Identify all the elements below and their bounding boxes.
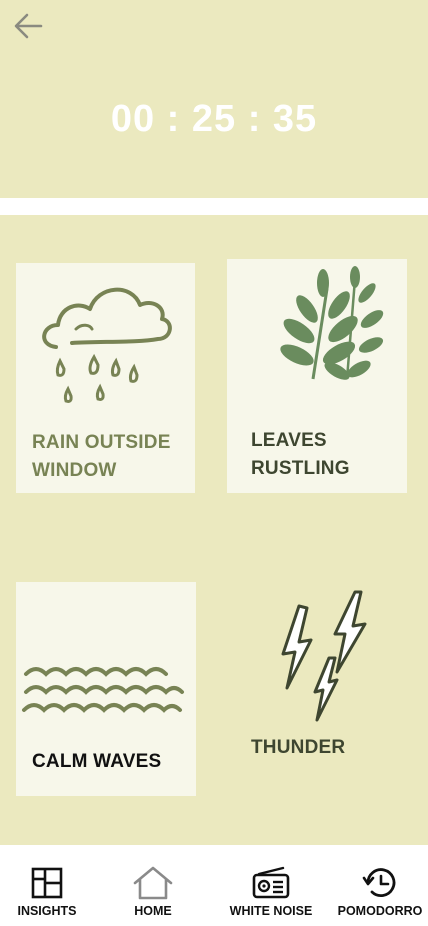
arrow-left-icon: [14, 13, 43, 39]
history-clock-icon: [362, 868, 396, 897]
home-icon: [133, 866, 173, 900]
sound-card-thunder[interactable]: THUNDER: [227, 582, 407, 796]
insights-icon: [31, 867, 63, 899]
waves-icon: [22, 667, 184, 713]
rain-cloud-icon: [42, 287, 172, 403]
sound-label-line2: RUSTLING: [251, 458, 350, 479]
nav-insights[interactable]: INSIGHTS: [8, 845, 86, 926]
timer-header: 00 : 25 : 35: [0, 0, 428, 198]
sound-label-line2: WINDOW: [32, 460, 117, 481]
sound-card-rain[interactable]: RAIN OUTSIDE WINDOW: [16, 263, 195, 493]
radio-icon: [252, 866, 290, 899]
divider: [0, 198, 428, 215]
leaves-icon: [280, 266, 384, 380]
sound-label-line1: CALM WAVES: [32, 751, 162, 772]
nav-label: POMODORRO: [337, 904, 423, 918]
sound-card-waves[interactable]: CALM WAVES: [16, 582, 196, 796]
sound-label-line1: LEAVES: [251, 430, 327, 451]
nav-label: INSIGHTS: [17, 904, 77, 918]
nav-white-noise[interactable]: WHITE NOISE: [220, 845, 322, 926]
nav-label: HOME: [134, 904, 172, 918]
sound-label-line1: THUNDER: [251, 737, 346, 758]
sound-label-line1: RAIN OUTSIDE: [32, 432, 171, 453]
timer-display: 00 : 25 : 35: [110, 98, 318, 140]
back-button[interactable]: [8, 8, 48, 44]
sound-card-leaves[interactable]: LEAVES RUSTLING: [227, 259, 407, 493]
thunder-icon: [281, 590, 367, 722]
nav-home[interactable]: HOME: [116, 845, 190, 926]
bottom-nav: INSIGHTS HOME WHITE NOISE POMODORRO: [0, 845, 428, 926]
nav-pomodorro[interactable]: POMODORRO: [334, 845, 426, 926]
nav-label: WHITE NOISE: [229, 904, 313, 918]
